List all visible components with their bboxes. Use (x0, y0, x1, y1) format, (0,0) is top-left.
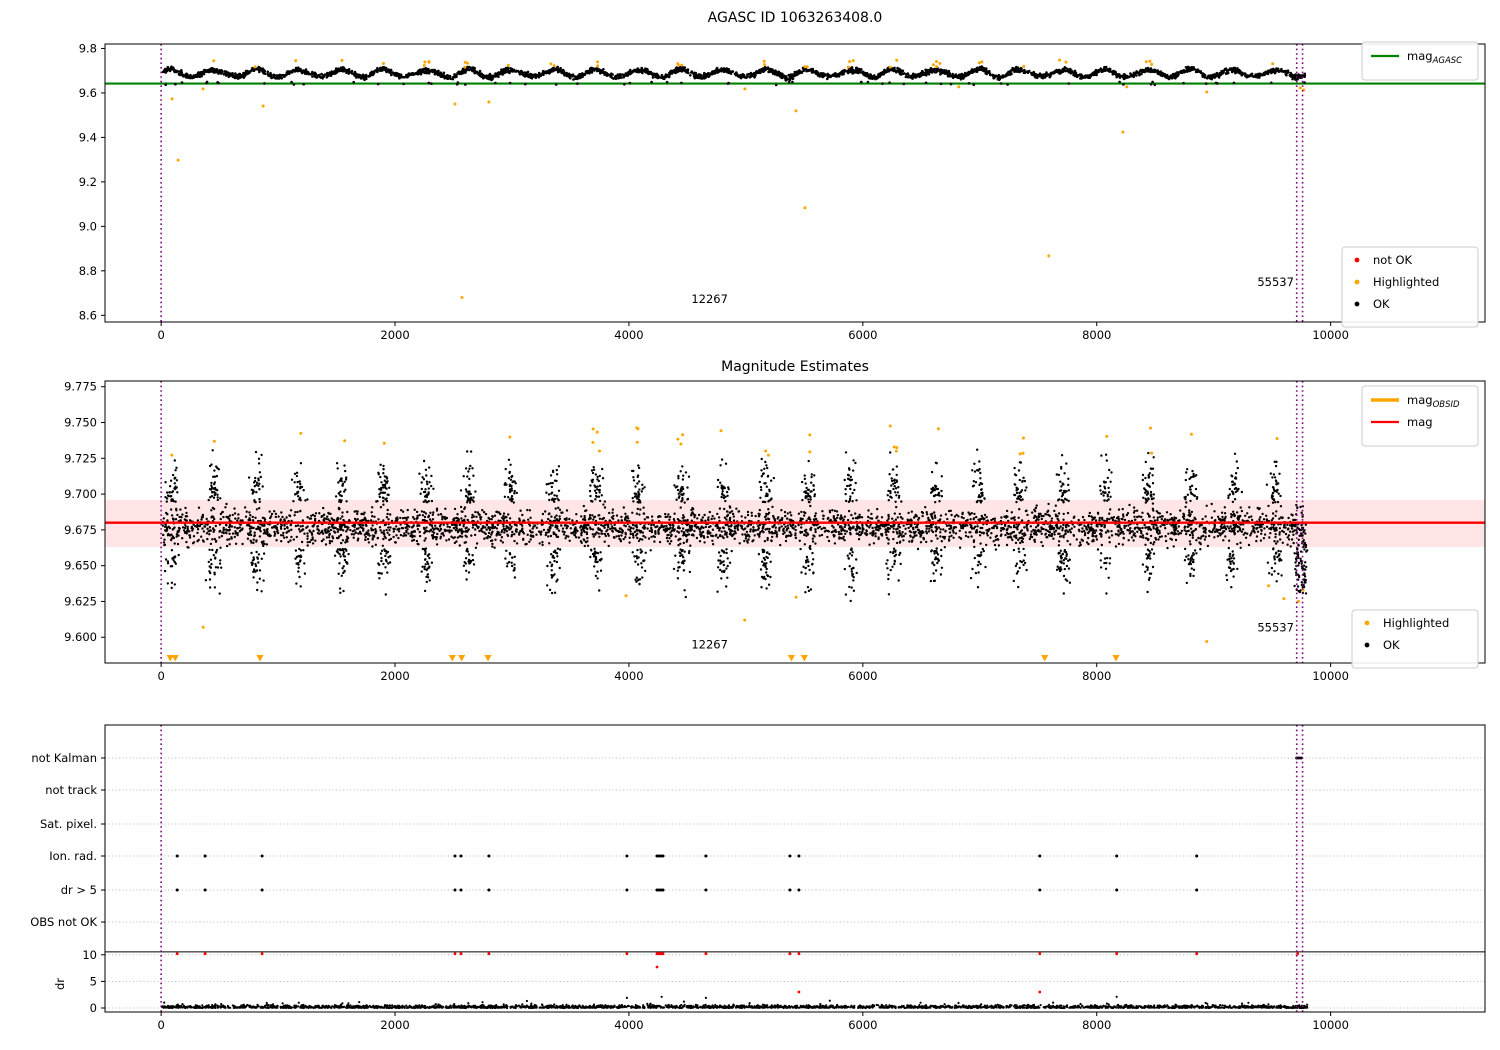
x-tick-label: 10000 (1312, 328, 1349, 342)
y-tick-label: 9.6 (79, 86, 97, 100)
middle-plot-title: Magnitude Estimates (721, 359, 869, 375)
legend-marker (1364, 642, 1370, 648)
legend-label: Highlighted (1373, 275, 1439, 289)
legend-marker (1354, 279, 1360, 285)
y-tick-label: 9.775 (64, 380, 97, 394)
x-tick-label: 0 (157, 1018, 164, 1032)
legend-marker (1354, 257, 1360, 263)
y-tick-label: 9.675 (64, 523, 97, 537)
x-tick-label: 10000 (1312, 669, 1349, 683)
highlighted-points (170, 58, 1306, 299)
dr-tick-label: 10 (82, 948, 97, 962)
dr-axis-label: dr (53, 978, 67, 990)
obsid-annotation: 55537 (1257, 621, 1294, 635)
category-label: not Kalman (31, 751, 97, 765)
legend-label: mag (1407, 415, 1433, 429)
clipped-highlighted-triangles (166, 655, 1120, 662)
legend-marker (1364, 620, 1370, 626)
legend-label: OK (1383, 638, 1400, 652)
bottom-plot-frame (104, 724, 1486, 1013)
x-tick-label: 6000 (848, 669, 877, 683)
figure-svg: AGASC ID 1063263408.0 12267 55537 0 2000 4000… (0, 0, 1500, 1050)
y-tick-label: 8.8 (79, 264, 97, 278)
not-ok-points (175, 952, 1300, 994)
x-tick-label: 8000 (1082, 328, 1111, 342)
ok-points (161, 65, 1307, 87)
legend-label: OK (1373, 297, 1390, 311)
category-label: OBS not OK (30, 915, 97, 929)
y-tick-label: 8.6 (79, 308, 97, 322)
obsid-annotation: 55537 (1257, 275, 1294, 289)
x-tick-label: 4000 (614, 669, 643, 683)
y-tick-label: 9.725 (64, 451, 97, 465)
x-tick-label: 4000 (614, 1018, 643, 1032)
legend-label: not OK (1373, 253, 1413, 267)
x-tick-label: 2000 (380, 669, 409, 683)
x-tick-label: 6000 (848, 1018, 877, 1032)
chart-canvas: AGASC ID 1063263408.0 12267 55537 0 2000 4000… (0, 0, 1500, 1050)
dr-tick-label: 5 (90, 974, 97, 988)
y-tick-label: 9.0 (79, 219, 97, 233)
legend-marker (1354, 301, 1360, 307)
obsid-annotation: 12267 (691, 292, 728, 306)
category-label: Ion. rad. (49, 849, 97, 863)
y-tick-label: 9.2 (79, 175, 97, 189)
dr-tick-label: 0 (90, 1001, 97, 1015)
x-tick-label: 8000 (1082, 1018, 1111, 1032)
category-label: not track (45, 783, 97, 797)
category-label: Sat. pixel. (40, 817, 97, 831)
x-tick-label: 0 (157, 328, 164, 342)
dr-points (160, 995, 1309, 1010)
obsid-annotation: 12267 (691, 638, 728, 652)
x-tick-label: 6000 (848, 328, 877, 342)
y-tick-label: 9.625 (64, 594, 97, 608)
figure: AGASC ID 1063263408.0 12267 55537 0 2000 4000… (0, 0, 1500, 1050)
x-tick-label: 8000 (1082, 669, 1111, 683)
y-tick-label: 9.700 (64, 487, 97, 501)
x-tick-label: 2000 (380, 328, 409, 342)
y-tick-label: 9.4 (79, 130, 97, 144)
legend-label: Highlighted (1383, 616, 1449, 630)
y-tick-label: 9.650 (64, 559, 97, 573)
x-tick-label: 4000 (614, 328, 643, 342)
y-tick-label: 9.600 (64, 630, 97, 644)
top-plot-title: AGASC ID 1063263408.0 (708, 10, 883, 26)
y-tick-label: 9.750 (64, 416, 97, 430)
y-tick-label: 9.8 (79, 41, 97, 55)
x-tick-label: 2000 (380, 1018, 409, 1032)
category-label: dr > 5 (61, 883, 97, 897)
x-tick-label: 10000 (1312, 1018, 1349, 1032)
x-tick-label: 0 (157, 669, 164, 683)
